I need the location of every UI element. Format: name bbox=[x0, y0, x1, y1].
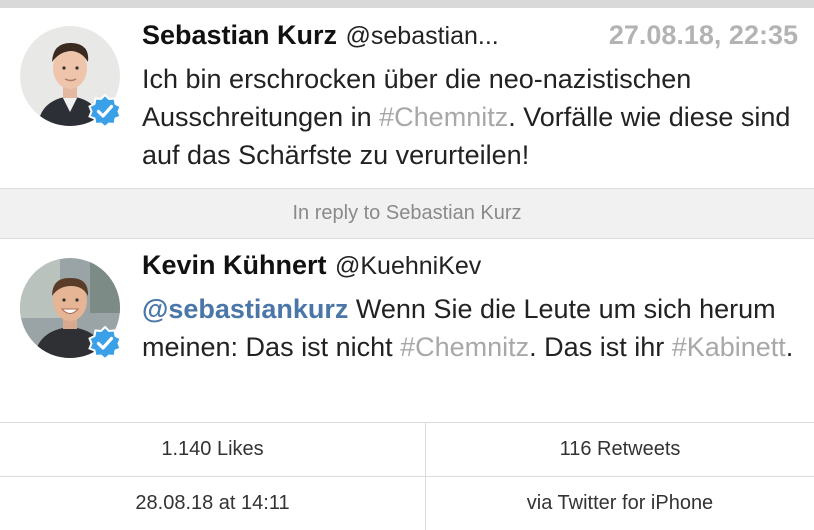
hashtag-link[interactable]: #Kabinett bbox=[672, 332, 786, 362]
in-reply-to-bar[interactable]: In reply to Sebastian Kurz bbox=[0, 188, 814, 239]
verified-badge-icon bbox=[88, 325, 122, 361]
tweet-kevin-kuehnert: Kevin Kühnert @KuehniKev @sebastiankurz … bbox=[0, 238, 814, 422]
tweet-source[interactable]: via Twitter for iPhone bbox=[426, 477, 814, 530]
tweet-header: Kevin Kühnert @KuehniKev bbox=[142, 250, 798, 290]
tweet-stats: 1.140 Likes 116 Retweets 28.08.18 at 14:… bbox=[0, 422, 814, 530]
hashtag-link[interactable]: #Chemnitz bbox=[400, 332, 529, 362]
author-handle[interactable]: @KuehniKev bbox=[335, 252, 481, 280]
tweet-header: Sebastian Kurz @sebastian... 27.08.18, 2… bbox=[142, 20, 798, 60]
hashtag-link[interactable]: #Chemnitz bbox=[379, 102, 508, 132]
tweet-timestamp: 27.08.18, 22:35 bbox=[608, 20, 798, 50]
tweet-text: Ich bin erschrocken über die neo-nazisti… bbox=[142, 60, 794, 174]
tweet-text-part: . Das ist ihr bbox=[529, 332, 672, 362]
tweet-text-part: . bbox=[785, 332, 794, 362]
verified-badge-icon bbox=[88, 93, 122, 129]
likes-count[interactable]: 1.140 Likes bbox=[0, 423, 426, 476]
retweets-count[interactable]: 116 Retweets bbox=[426, 423, 814, 476]
author-name[interactable]: Kevin Kühnert bbox=[142, 250, 327, 280]
tweet-text: @sebastiankurz Wenn Sie die Leute um sic… bbox=[142, 290, 794, 366]
tweet-sebastian-kurz: Sebastian Kurz @sebastian... 27.08.18, 2… bbox=[0, 8, 814, 188]
author-handle[interactable]: @sebastian... bbox=[346, 22, 499, 50]
author-name[interactable]: Sebastian Kurz bbox=[142, 20, 337, 50]
tweet-date: 28.08.18 at 14:11 bbox=[0, 477, 426, 530]
top-border bbox=[0, 0, 814, 8]
mention-link[interactable]: @sebastiankurz bbox=[142, 294, 348, 324]
